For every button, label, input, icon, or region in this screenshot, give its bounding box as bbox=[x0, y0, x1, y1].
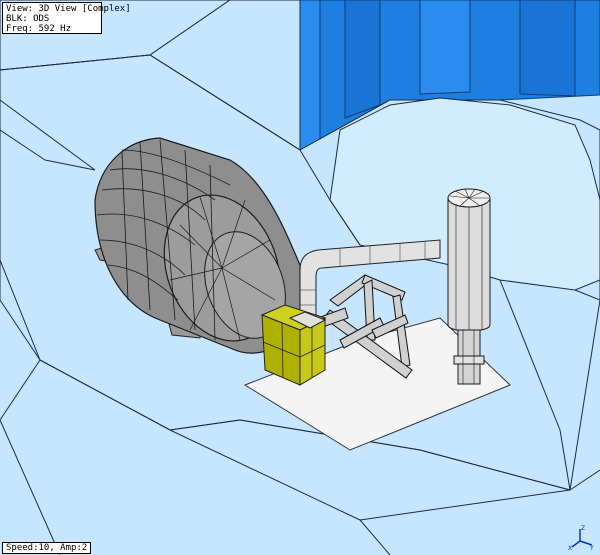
view-info-box: View: 3D View [Complex] BLK: ODS Freq: 5… bbox=[2, 2, 131, 34]
frequency-label: Freq: 592 Hz bbox=[6, 24, 72, 34]
animation-status: Speed:10, Amp:2 bbox=[2, 542, 92, 554]
wall-segment-1 bbox=[299, 0, 321, 151]
block-label: BLK: ODS bbox=[6, 14, 50, 24]
view-label: View: 3D View [Complex] bbox=[6, 4, 131, 14]
z-axis-label: Z bbox=[581, 525, 585, 532]
x-axis-label: X bbox=[568, 545, 572, 551]
3d-viewport[interactable]: View: 3D View [Complex] BLK: ODS Freq: 5… bbox=[0, 0, 600, 555]
3d-scene[interactable] bbox=[0, 0, 600, 555]
axis-triad-icon: Z X Y bbox=[568, 525, 594, 551]
wall-segment-2 bbox=[344, 0, 381, 119]
y-axis-label: Y bbox=[589, 545, 594, 551]
wall-segment-3 bbox=[419, 0, 471, 95]
x-axis-line bbox=[571, 540, 581, 548]
wall-segment-4 bbox=[519, 0, 576, 97]
